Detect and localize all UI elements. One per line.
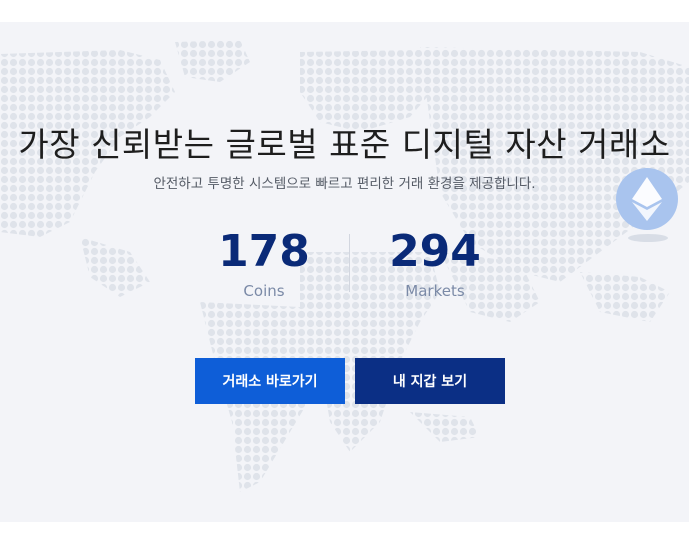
page-subtitle: 안전하고 투명한 시스템으로 빠르고 편리한 거래 환경을 제공합니다.	[153, 176, 536, 192]
top-strip	[0, 0, 689, 22]
stat-divider	[349, 234, 350, 292]
stat-markets-value: 294	[389, 226, 481, 277]
stat-coins: 178 Coins	[184, 226, 344, 300]
stat-coins-label: Coins	[243, 282, 285, 300]
hero-section: 가장 신뢰받는 글로벌 표준 디지털 자산 거래소 안전하고 투명한 시스템으로…	[0, 22, 689, 522]
stat-markets-label: Markets	[405, 282, 465, 300]
view-wallet-button[interactable]: 내 지갑 보기	[355, 358, 505, 404]
go-to-exchange-button[interactable]: 거래소 바로가기	[195, 358, 345, 404]
stat-coins-value: 178	[218, 226, 310, 277]
ethereum-icon	[616, 168, 678, 230]
page-title: 가장 신뢰받는 글로벌 표준 디지털 자산 거래소	[18, 125, 671, 164]
stat-markets: 294 Markets	[355, 226, 515, 300]
ethereum-shadow	[628, 234, 668, 242]
world-map-icon	[0, 40, 689, 492]
